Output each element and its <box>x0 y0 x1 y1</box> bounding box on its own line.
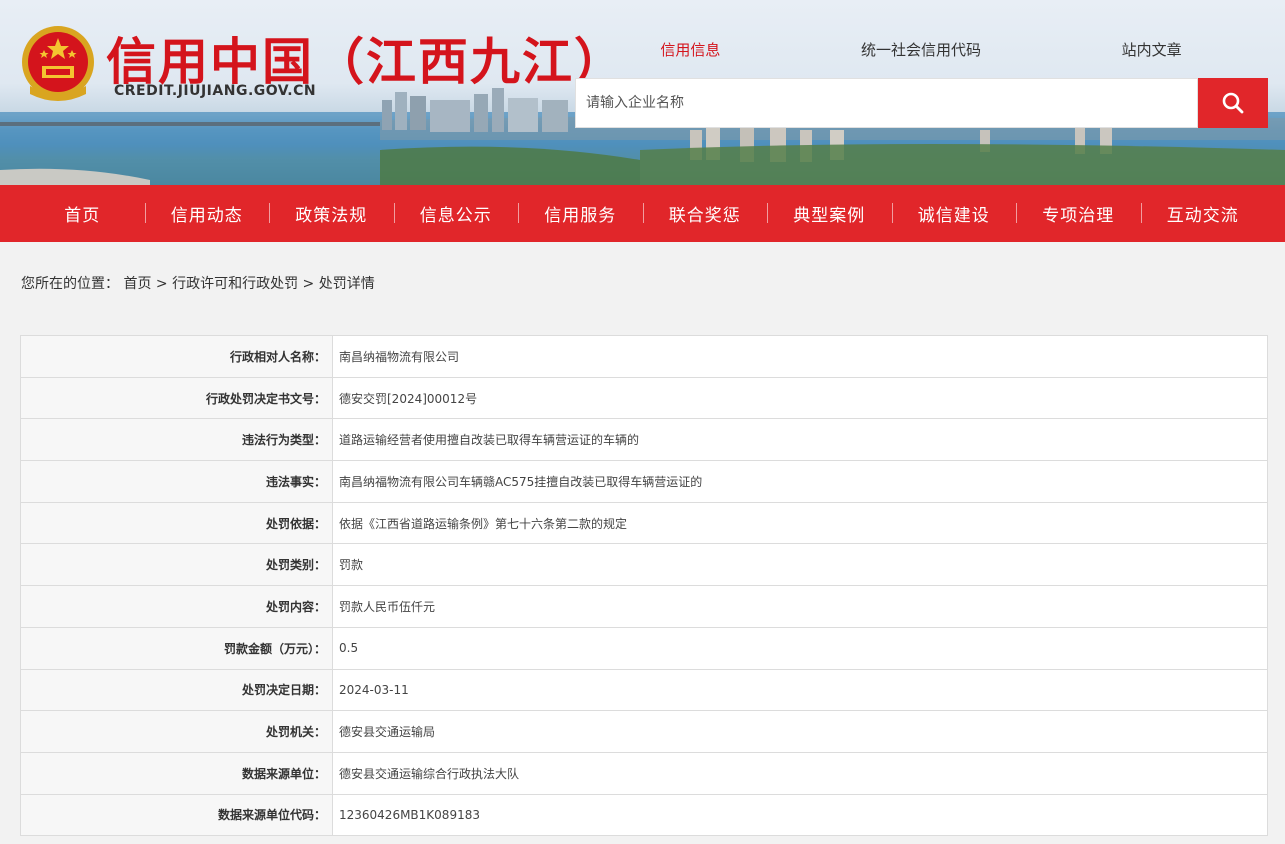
nav-item-interaction[interactable]: 互动交流 <box>1140 201 1266 226</box>
field-label: 处罚依据： <box>20 501 333 545</box>
nav-item-joint-rewards-punishments[interactable]: 联合奖惩 <box>642 201 768 226</box>
breadcrumb-prefix: 您所在的位置： <box>21 276 119 292</box>
table-row: 数据来源单位： 德安县交通运输综合行政执法大队 <box>20 751 1268 795</box>
field-label: 处罚决定日期： <box>20 668 333 712</box>
field-value: 德安县交通运输综合行政执法大队 <box>332 751 1268 795</box>
field-value: 依据《江西省道路运输条例》第七十六条第二款的规定 <box>332 501 1268 545</box>
field-label: 罚款金额（万元）： <box>20 626 333 670</box>
search-icon <box>1222 92 1244 114</box>
field-value: 德安交罚[2024]00012号 <box>332 376 1268 420</box>
breadcrumb-separator: > <box>298 276 319 292</box>
breadcrumb-home-link[interactable]: 首页 <box>123 276 151 292</box>
field-label: 违法事实： <box>20 460 333 503</box>
table-row: 处罚决定日期： 2024-03-11 <box>20 668 1268 712</box>
table-row: 行政相对人名称： 南昌纳福物流有限公司 <box>20 335 1268 378</box>
search-tab-credit-info[interactable]: 信用信息 <box>575 40 806 64</box>
field-value: 南昌纳福物流有限公司 <box>332 335 1268 378</box>
search-input[interactable] <box>576 79 1197 127</box>
table-row: 处罚机关： 德安县交通运输局 <box>20 710 1268 753</box>
field-value: 2024-03-11 <box>332 668 1268 712</box>
table-row: 数据来源单位代码： 12360426MB1K089183 <box>20 793 1268 837</box>
field-label: 处罚类别： <box>20 543 333 587</box>
field-value: 德安县交通运输局 <box>332 710 1268 753</box>
field-value: 0.5 <box>332 626 1268 670</box>
table-row: 罚款金额（万元）： 0.5 <box>20 626 1268 670</box>
site-domain: CREDIT.JIUJIANG.GOV.CN <box>114 83 317 99</box>
nav-item-typical-cases[interactable]: 典型案例 <box>767 201 892 226</box>
table-row: 处罚依据： 依据《江西省道路运输条例》第七十六条第二款的规定 <box>20 501 1268 545</box>
field-label: 处罚机关： <box>20 710 333 753</box>
field-label: 数据来源单位： <box>20 751 333 795</box>
main-nav: 首页 信用动态 政策法规 信息公示 信用服务 联合奖惩 典型案例 诚信建设 专项… <box>0 185 1285 242</box>
search-tabs: 信用信息 统一社会信用代码 站内文章 <box>575 40 1267 64</box>
table-row: 处罚类别： 罚款 <box>20 543 1268 587</box>
nav-item-credit-services[interactable]: 信用服务 <box>518 201 643 226</box>
field-value: 南昌纳福物流有限公司车辆赣AC575挂擅自改装已取得车辆营运证的 <box>332 460 1268 503</box>
table-row: 行政处罚决定书文号： 德安交罚[2024]00012号 <box>20 376 1268 420</box>
field-label: 行政相对人名称： <box>20 335 333 378</box>
nav-item-public-info[interactable]: 信息公示 <box>393 201 519 226</box>
search-box <box>575 78 1198 128</box>
nav-item-policies[interactable]: 政策法规 <box>269 201 394 226</box>
field-value: 道路运输经营者使用擅自改装已取得车辆营运证的车辆的 <box>332 418 1268 462</box>
table-row: 违法事实： 南昌纳福物流有限公司车辆赣AC575挂擅自改装已取得车辆营运证的 <box>20 460 1268 503</box>
field-label: 处罚内容： <box>20 585 333 628</box>
site-header: 信用中国（江西九江） CREDIT.JIUJIANG.GOV.CN 信用信息 统… <box>0 0 1285 185</box>
table-row: 处罚内容： 罚款人民币伍仟元 <box>20 585 1268 628</box>
nav-item-integrity-building[interactable]: 诚信建设 <box>891 201 1017 226</box>
breadcrumb-permits-penalties-link[interactable]: 行政许可和行政处罚 <box>172 276 298 292</box>
nav-item-home[interactable]: 首页 <box>20 201 145 226</box>
nav-item-credit-news[interactable]: 信用动态 <box>144 201 270 226</box>
field-label: 行政处罚决定书文号： <box>20 376 333 420</box>
field-value: 罚款人民币伍仟元 <box>332 585 1268 628</box>
search-tab-site-articles[interactable]: 站内文章 <box>1036 40 1267 64</box>
breadcrumb: 您所在的位置： 首页 > 行政许可和行政处罚 > 处罚详情 <box>21 273 375 293</box>
field-value: 罚款 <box>332 543 1268 587</box>
search-tab-credit-code[interactable]: 统一社会信用代码 <box>806 40 1037 64</box>
field-value: 12360426MB1K089183 <box>332 793 1268 837</box>
table-row: 违法行为类型： 道路运输经营者使用擅自改装已取得车辆营运证的车辆的 <box>20 418 1268 462</box>
national-emblem-icon <box>22 26 94 101</box>
field-label: 违法行为类型： <box>20 418 333 462</box>
breadcrumb-current: 处罚详情 <box>318 276 375 292</box>
penalty-detail-table: 行政相对人名称： 南昌纳福物流有限公司 行政处罚决定书文号： 德安交罚[2024… <box>20 335 1268 837</box>
nav-item-special-governance[interactable]: 专项治理 <box>1016 201 1141 226</box>
breadcrumb-separator: > <box>151 276 173 292</box>
search-button[interactable] <box>1198 78 1268 128</box>
field-label: 数据来源单位代码： <box>20 793 333 837</box>
